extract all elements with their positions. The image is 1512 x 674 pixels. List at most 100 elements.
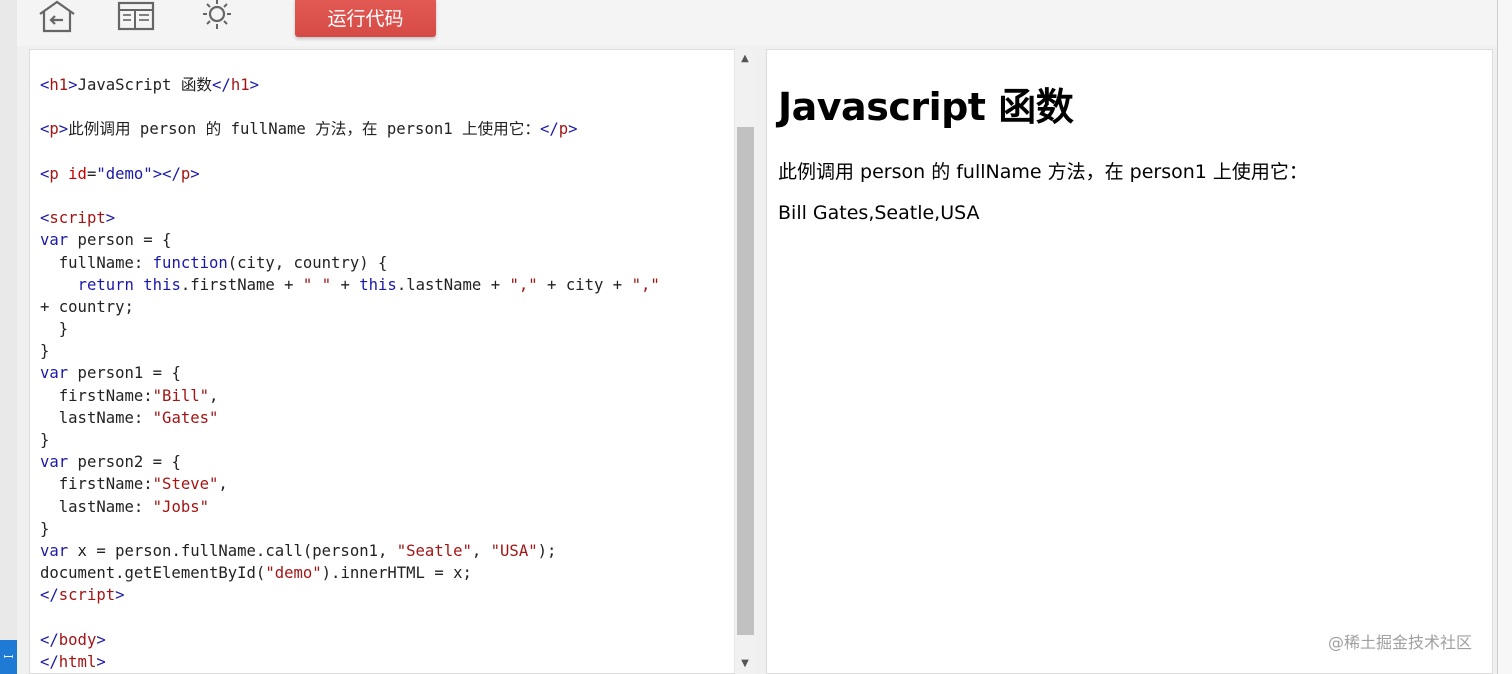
code-token: lastName: xyxy=(40,497,153,516)
code-token: (city, country) { xyxy=(227,253,388,272)
code-token: } xyxy=(40,431,50,449)
watermark: @稀土掘金技术社区 xyxy=(1327,633,1472,652)
code-token: </ xyxy=(539,120,559,139)
code-line[interactable]: } xyxy=(40,340,660,362)
code-token: < xyxy=(40,120,50,139)
run-code-button[interactable]: 运行代码 xyxy=(295,0,436,37)
scroll-down-arrow-icon[interactable]: ▼ xyxy=(735,654,755,674)
code-line[interactable]: </html> xyxy=(40,651,660,673)
code-token: > xyxy=(96,652,106,671)
result-preview: Javascript 函数 此例调用 person 的 fullName 方法，… xyxy=(766,49,1493,674)
code-editor[interactable]: <h1>JavaScript 函数</h1> <p>此例调用 person 的 f… xyxy=(29,49,754,674)
code-line[interactable]: firstName:"Steve", xyxy=(40,473,660,495)
code-token: p xyxy=(180,164,191,183)
code-line[interactable]: + country; xyxy=(40,296,660,318)
code-token: return xyxy=(77,275,134,294)
code-token: var xyxy=(40,453,69,472)
code-token: , xyxy=(209,386,219,405)
code-line[interactable]: <script> xyxy=(40,207,660,229)
code-token: > xyxy=(68,76,78,94)
code-token: > xyxy=(105,209,116,228)
code-token: x = person.fullName.call(person1, xyxy=(68,541,397,560)
scroll-up-arrow-icon[interactable]: ▲ xyxy=(735,49,755,69)
code-token: JavaScript 函数 xyxy=(77,76,213,94)
code-line[interactable]: } xyxy=(40,518,660,540)
layout-icon[interactable] xyxy=(115,0,159,34)
scrollbar-thumb[interactable] xyxy=(737,127,754,635)
code-token: p xyxy=(558,120,569,139)
code-token: id xyxy=(68,164,87,183)
code-token: < xyxy=(40,164,50,183)
code-token: > xyxy=(115,586,125,605)
code-line[interactable]: } xyxy=(40,318,660,340)
code-token: person2 = { xyxy=(68,453,181,472)
code-token: ); xyxy=(537,541,557,560)
code-token: .lastName + xyxy=(396,275,510,294)
code-token: var xyxy=(40,364,69,383)
code-token: } xyxy=(40,320,69,339)
code-line[interactable]: var person2 = { xyxy=(40,451,660,473)
right-window-edge xyxy=(1497,0,1512,674)
code-token: + xyxy=(331,275,360,294)
code-line[interactable]: var person1 = { xyxy=(40,362,660,384)
code-token: , xyxy=(471,541,491,560)
code-token: > xyxy=(96,630,106,649)
code-line[interactable]: firstName:"Bill", xyxy=(40,385,660,407)
code-line[interactable]: </script> xyxy=(40,584,660,606)
preview-paragraph: 此例调用 person 的 fullName 方法，在 person1 上使用它… xyxy=(778,161,1308,183)
code-token: html xyxy=(58,652,97,671)
code-token: < xyxy=(40,209,50,228)
code-token: function xyxy=(152,253,228,272)
code-token: h1 xyxy=(49,76,69,94)
code-token: > xyxy=(568,120,578,139)
code-token: .firstName + xyxy=(180,275,303,294)
code-line[interactable]: <h1>JavaScript 函数</h1> xyxy=(40,74,660,96)
editor-scrollbar[interactable]: ▲ ▼ xyxy=(734,49,755,674)
code-line[interactable]: return this.firstName + " " + this.lastN… xyxy=(40,274,660,296)
code-line[interactable]: <p id="demo"></p> xyxy=(40,163,660,185)
code-token: var xyxy=(40,541,69,560)
code-line[interactable] xyxy=(40,96,660,118)
code-token: p xyxy=(49,164,59,183)
sun-icon[interactable] xyxy=(195,0,239,34)
code-token: h1 xyxy=(230,76,250,94)
code-token: , xyxy=(218,475,228,494)
code-line[interactable]: </body> xyxy=(40,629,660,651)
home-back-icon[interactable] xyxy=(35,0,79,34)
code-token: "Bill" xyxy=(152,386,210,405)
code-token: ).innerHTML = x; xyxy=(321,564,472,583)
code-token: "USA" xyxy=(490,541,538,560)
code-token: "Seatle" xyxy=(396,541,472,560)
code-token: fullName: xyxy=(40,253,153,272)
code-line[interactable] xyxy=(40,141,660,163)
code-content[interactable]: <h1>JavaScript 函数</h1> <p>此例调用 person 的 f… xyxy=(40,74,660,673)
preview-heading: Javascript 函数 xyxy=(778,85,1074,129)
code-token: "Gates" xyxy=(152,408,219,427)
code-token: var xyxy=(40,231,69,250)
code-line[interactable]: } xyxy=(40,429,660,451)
code-line[interactable] xyxy=(40,607,660,629)
code-line[interactable]: var person = { xyxy=(40,229,660,251)
code-token: 此例调用 person 的 fullName 方法，在 person1 上使用它… xyxy=(68,120,540,139)
code-line[interactable]: lastName: "Gates" xyxy=(40,407,660,429)
code-line[interactable]: < p> 此例调用 person 的 fullName 方法，在 person1 上… xyxy=(40,118,660,140)
code-token: </ xyxy=(40,652,59,671)
code-line[interactable]: lastName: "Jobs" xyxy=(40,496,660,518)
code-token: < xyxy=(40,76,50,94)
side-tab[interactable]: ꟷ xyxy=(0,640,17,674)
code-line[interactable]: var x = person.fullName.call(person1, "S… xyxy=(40,540,660,562)
code-token: "demo" xyxy=(96,164,153,183)
code-token: "demo" xyxy=(265,564,322,583)
code-token: } xyxy=(40,342,50,361)
code-line[interactable]: document.getElementById("demo").innerHTM… xyxy=(40,562,660,584)
preview-result: Bill Gates,Seatle,USA xyxy=(778,202,980,224)
code-line[interactable] xyxy=(40,185,660,207)
code-token: person1 = { xyxy=(68,364,181,383)
code-token: body xyxy=(58,630,97,649)
left-window-edge: ꟷ xyxy=(0,0,17,674)
code-line[interactable]: fullName: function(city, country) { xyxy=(40,252,660,274)
code-token: document.getElementById( xyxy=(40,564,266,583)
